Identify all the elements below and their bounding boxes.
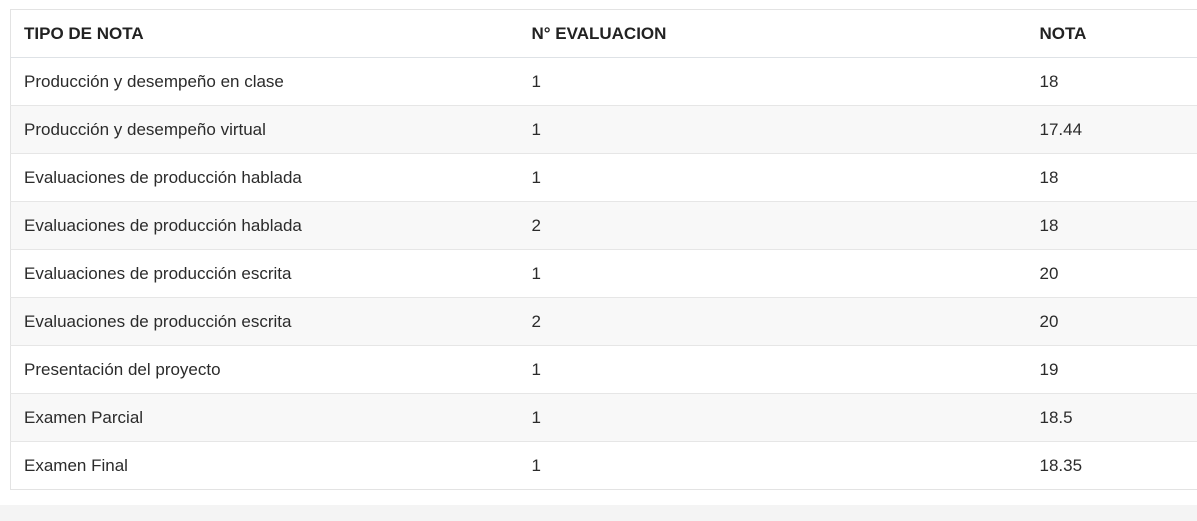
cell-tipo-de-nota: Examen Parcial bbox=[10, 393, 519, 442]
cell-tipo-de-nota: Presentación del proyecto bbox=[10, 345, 519, 394]
cell-n-evaluacion: 1 bbox=[518, 441, 1027, 490]
cell-n-evaluacion: 1 bbox=[518, 57, 1027, 106]
column-header-n-evaluacion: N° EVALUACION bbox=[518, 9, 1027, 58]
table-row: Evaluaciones de producción hablada 2 18 bbox=[10, 201, 1197, 250]
cell-tipo-de-nota: Evaluaciones de producción escrita bbox=[10, 249, 519, 298]
cell-nota: 20 bbox=[1026, 297, 1197, 346]
cell-tipo-de-nota: Producción y desempeño en clase bbox=[10, 57, 519, 106]
column-header-tipo-de-nota: TIPO DE NOTA bbox=[10, 9, 519, 58]
column-header-nota: NOTA bbox=[1026, 9, 1197, 58]
cell-nota: 18 bbox=[1026, 201, 1197, 250]
cell-n-evaluacion: 1 bbox=[518, 153, 1027, 202]
table-row: Evaluaciones de producción hablada 1 18 bbox=[10, 153, 1197, 202]
cell-nota: 17.44 bbox=[1026, 105, 1197, 154]
page-footer-band bbox=[0, 505, 1197, 521]
cell-tipo-de-nota: Producción y desempeño virtual bbox=[10, 105, 519, 154]
header-row: TIPO DE NOTA N° EVALUACION NOTA bbox=[10, 9, 1197, 58]
table-row: Examen Final 1 18.35 bbox=[10, 441, 1197, 490]
cell-n-evaluacion: 2 bbox=[518, 201, 1027, 250]
cell-tipo-de-nota: Evaluaciones de producción hablada bbox=[10, 201, 519, 250]
cell-nota: 19 bbox=[1026, 345, 1197, 394]
table-row: Evaluaciones de producción escrita 2 20 bbox=[10, 297, 1197, 346]
cell-n-evaluacion: 1 bbox=[518, 345, 1027, 394]
cell-n-evaluacion: 1 bbox=[518, 393, 1027, 442]
cell-nota: 20 bbox=[1026, 249, 1197, 298]
cell-tipo-de-nota: Evaluaciones de producción hablada bbox=[10, 153, 519, 202]
cell-nota: 18.35 bbox=[1026, 441, 1197, 490]
cell-n-evaluacion: 1 bbox=[518, 105, 1027, 154]
cell-tipo-de-nota: Examen Final bbox=[10, 441, 519, 490]
table-row: Producción y desempeño en clase 1 18 bbox=[10, 57, 1197, 106]
cell-tipo-de-nota: Evaluaciones de producción escrita bbox=[10, 297, 519, 346]
table-header: TIPO DE NOTA N° EVALUACION NOTA bbox=[10, 9, 1197, 58]
table-body: Producción y desempeño en clase 1 18 Pro… bbox=[10, 57, 1197, 490]
table-row: Evaluaciones de producción escrita 1 20 bbox=[10, 249, 1197, 298]
cell-n-evaluacion: 1 bbox=[518, 249, 1027, 298]
cell-nota: 18 bbox=[1026, 153, 1197, 202]
grades-table: TIPO DE NOTA N° EVALUACION NOTA Producci… bbox=[10, 9, 1197, 490]
table-row: Presentación del proyecto 1 19 bbox=[10, 345, 1197, 394]
cell-nota: 18.5 bbox=[1026, 393, 1197, 442]
cell-nota: 18 bbox=[1026, 57, 1197, 106]
cell-n-evaluacion: 2 bbox=[518, 297, 1027, 346]
table-row: Examen Parcial 1 18.5 bbox=[10, 393, 1197, 442]
table-row: Producción y desempeño virtual 1 17.44 bbox=[10, 105, 1197, 154]
